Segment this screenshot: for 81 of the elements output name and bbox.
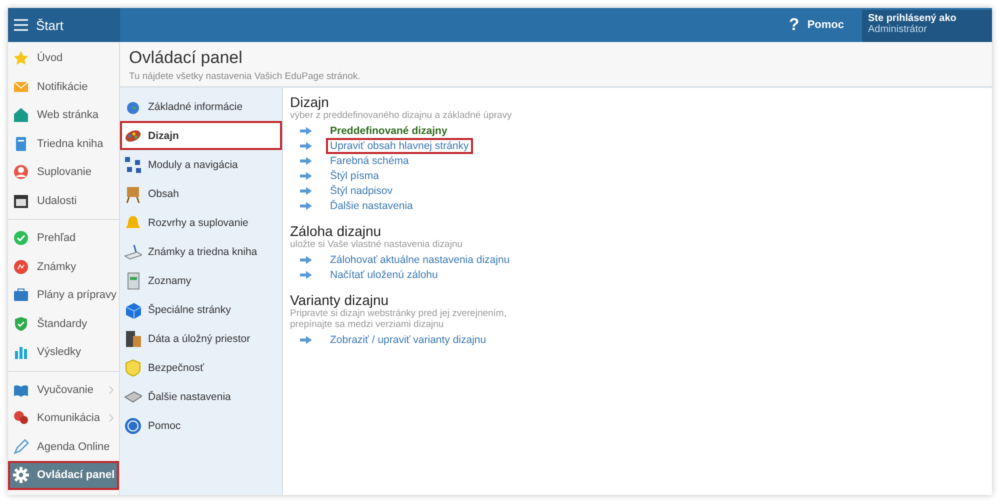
arrow-icon bbox=[300, 271, 312, 279]
chat-icon bbox=[13, 410, 29, 426]
sidebar-item[interactable]: Ovládací panel bbox=[8, 461, 119, 490]
easel-icon bbox=[124, 184, 142, 202]
person-icon bbox=[13, 164, 29, 180]
user-name: Administrátor bbox=[868, 24, 928, 35]
settings-link[interactable]: Zálohovať aktuálne nastavenia dizajnu bbox=[326, 252, 514, 268]
server-icon bbox=[124, 330, 142, 348]
network-icon bbox=[124, 156, 142, 174]
page-subtitle: Tu nájdete všetky nastavenia Vašich EduPage stránok. bbox=[129, 71, 362, 82]
sidebar-item[interactable]: Vyučovanie bbox=[8, 376, 119, 404]
grade-icon bbox=[13, 258, 29, 275]
help-link[interactable]: ? Pomoc bbox=[788, 15, 844, 35]
settings-link[interactable]: Farebná schéma bbox=[326, 153, 413, 169]
menu-item[interactable]: Bezpečnosť bbox=[120, 353, 282, 382]
section-description: uložte si Vaše vlastné nastavenia dizajnu bbox=[290, 239, 464, 250]
sidebar-item[interactable]: Web stránka bbox=[8, 101, 119, 130]
settings-link[interactable]: Načítať uloženú zálohu bbox=[326, 267, 442, 283]
menu-item[interactable]: Pomoc bbox=[120, 411, 282, 440]
arrow-icon bbox=[300, 127, 312, 135]
settings-link[interactable]: Štýl písma bbox=[326, 168, 384, 184]
arrow-icon bbox=[300, 187, 312, 195]
sidebar-item[interactable]: Plány a prípravy bbox=[8, 281, 119, 310]
settings-link[interactable]: Štýl nadpisov bbox=[326, 183, 396, 199]
briefcase-icon bbox=[13, 287, 29, 304]
menu-item[interactable]: Rozvrhy a suplovanie bbox=[120, 208, 282, 237]
pen-icon bbox=[13, 438, 29, 455]
sidebar-item[interactable]: Suplovanie bbox=[8, 158, 119, 186]
settings-link[interactable]: Ďalšie nastavenia bbox=[326, 198, 417, 214]
section-description: výber z preddefinovaného dizajnu a základné úpravy bbox=[290, 110, 513, 121]
sidebar-item[interactable]: Úvod bbox=[8, 44, 119, 72]
house-icon bbox=[13, 107, 29, 124]
arrow-icon bbox=[300, 142, 312, 150]
menu-item[interactable]: Špeciálne stránky bbox=[120, 295, 282, 324]
section-title: Dizajn bbox=[290, 94, 330, 110]
settings-link[interactable]: Preddefinované dizajny bbox=[326, 123, 452, 139]
cube-icon bbox=[124, 300, 142, 318]
sidebar-item[interactable]: Známky bbox=[8, 252, 119, 281]
sidebar-item[interactable]: Výsledky bbox=[8, 338, 119, 366]
sidebar-item[interactable]: Notifikácie bbox=[8, 72, 119, 101]
shield-icon bbox=[124, 358, 142, 376]
menu-icon[interactable] bbox=[14, 19, 28, 31]
shield-icon bbox=[13, 316, 29, 332]
menu-item[interactable]: Zoznamy bbox=[120, 266, 282, 295]
menu-item[interactable]: Moduly a navigácia bbox=[120, 150, 282, 179]
menu-item[interactable]: Základné informácie bbox=[120, 92, 282, 121]
start-label[interactable]: Štart bbox=[36, 18, 64, 32]
notebook-icon bbox=[124, 242, 142, 260]
sidebar-item[interactable]: Štandardy bbox=[8, 310, 119, 338]
star-icon bbox=[13, 50, 29, 66]
sidebar-item[interactable]: Triedna kniha bbox=[8, 130, 119, 158]
user-caption: Ste prihlásený ako bbox=[868, 13, 958, 24]
chevron-icon bbox=[109, 386, 114, 394]
settings-link[interactable]: Upraviť obsah hlavnej stránky bbox=[326, 138, 473, 154]
menu-item[interactable]: Obsah bbox=[120, 179, 282, 208]
menu-item[interactable]: Dizajn bbox=[120, 121, 282, 150]
section-description: Pripravte si dizajn webstránky pred jej zverejnením, prepínajte sa medzi verziami dizajnu bbox=[290, 308, 508, 330]
help-icon: ? bbox=[788, 15, 800, 35]
chevron-icon bbox=[109, 414, 114, 422]
calendar-icon bbox=[13, 192, 29, 209]
sidebar-item[interactable]: Prehľad bbox=[8, 224, 119, 252]
book-icon bbox=[13, 136, 29, 152]
arrow-icon bbox=[300, 256, 312, 264]
sidebar-item[interactable]: Udalosti bbox=[8, 186, 119, 215]
settings-link[interactable]: Zobraziť / upraviť varianty dizajnu bbox=[326, 332, 490, 348]
check-circle-icon bbox=[13, 230, 29, 246]
settings-icon bbox=[13, 467, 29, 484]
menu-item[interactable]: Dáta a úložný priestor bbox=[120, 324, 282, 353]
page-title: Ovládací panel bbox=[129, 48, 244, 68]
arrow-icon bbox=[300, 157, 312, 165]
user-panel[interactable]: Ste prihlásený ako Administrátor bbox=[862, 10, 992, 42]
menu-item[interactable]: Známky a triedna kniha bbox=[120, 237, 282, 266]
sidebar-item[interactable]: Agenda Online bbox=[8, 432, 119, 461]
bar-chart-icon bbox=[13, 344, 29, 360]
section-title: Varianty dizajnu bbox=[290, 292, 390, 308]
arrow-icon bbox=[300, 202, 312, 210]
menu-item[interactable]: Ďalšie nastavenia bbox=[120, 382, 282, 411]
arrow-icon bbox=[300, 336, 312, 344]
sidebar-item[interactable]: Komunikácia bbox=[8, 404, 119, 432]
section-title: Záloha dizajnu bbox=[290, 223, 382, 239]
arrow-icon bbox=[300, 172, 312, 180]
